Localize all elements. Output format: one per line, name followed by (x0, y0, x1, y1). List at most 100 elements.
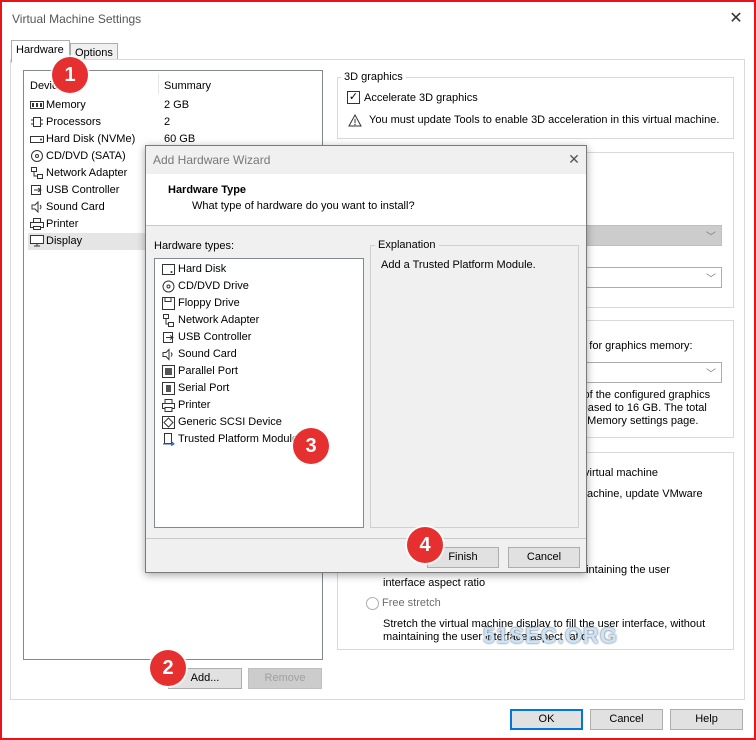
hw-item-label: Trusted Platform Module (178, 433, 299, 445)
device-row-memory[interactable]: Memory 2 GB (28, 97, 322, 114)
device-name: Processors (46, 116, 102, 128)
annotation-badge-3: 3 (293, 428, 329, 464)
cancel-button[interactable]: Cancel (590, 709, 663, 730)
chevron-down-icon: ﹀ (706, 369, 716, 380)
usb-icon (31, 185, 42, 195)
help-button[interactable]: Help (670, 709, 743, 730)
hw-item-label: Serial Port (178, 382, 230, 394)
wizard-title: Add Hardware Wizard (153, 153, 271, 167)
vm-text-1: virtual machine (584, 467, 658, 479)
printer-icon (162, 399, 175, 412)
hw-item-usb-controller[interactable]: USB Controller (160, 329, 360, 346)
device-row-processors[interactable]: Processors 2 (28, 114, 322, 131)
monitor-select[interactable]: ﹀ (586, 267, 722, 288)
stretch-keep-text: interface aspect ratio (383, 577, 486, 589)
sound-card-icon (162, 348, 173, 361)
hw-item-serial-port[interactable]: Serial Port (160, 380, 360, 397)
cd-dvd-icon (162, 280, 175, 293)
hw-item-floppy[interactable]: Floppy Drive (160, 295, 360, 312)
sound-card-icon (31, 201, 42, 213)
wizard-header-subtitle: What type of hardware do you want to ins… (192, 200, 415, 212)
hardware-types-list[interactable]: Hard Disk CD/DVD Drive Floppy Drive Netw… (154, 258, 364, 528)
ok-button[interactable]: OK (510, 709, 583, 730)
hw-item-label: Parallel Port (178, 365, 238, 377)
explanation-text: Add a Trusted Platform Module. (381, 259, 536, 271)
graphics-memory-select[interactable]: ﹀ (574, 362, 722, 383)
hw-item-label: Hard Disk (178, 263, 227, 275)
warning-icon (348, 114, 362, 127)
chevron-down-icon: ﹀ (706, 274, 716, 285)
hw-item-label: Printer (178, 399, 211, 411)
memory-icon (30, 101, 44, 109)
device-name: CD/DVD (SATA) (46, 150, 126, 162)
network-adapter-icon (163, 314, 174, 327)
device-name: USB Controller (46, 184, 120, 196)
hw-item-hard-disk[interactable]: Hard Disk (160, 261, 360, 278)
hw-item-label: Sound Card (178, 348, 237, 360)
free-stretch-radio[interactable] (366, 597, 379, 610)
hw-item-sound-card[interactable]: Sound Card (160, 346, 360, 363)
annotation-badge-4: 4 (407, 527, 443, 563)
graphics-memory-note-2: reased to 16 GB. The total (578, 402, 707, 414)
graphics-memory-note-3: e Memory settings page. (578, 415, 699, 427)
watermark-text: 51SEC.ORG (483, 623, 618, 648)
hard-disk-icon (30, 136, 44, 143)
hw-item-label: Generic SCSI Device (178, 416, 282, 428)
serial-port-icon (162, 382, 175, 395)
hw-item-label: CD/DVD Drive (178, 280, 249, 292)
wizard-header: Hardware Type What type of hardware do y… (146, 174, 586, 226)
hw-item-label: Floppy Drive (178, 297, 240, 309)
cd-dvd-icon (31, 150, 43, 162)
processor-icon (31, 117, 43, 127)
hw-item-generic-scsi[interactable]: Generic SCSI Device (160, 414, 360, 431)
accelerate-3d-label: Accelerate 3D graphics (364, 92, 478, 104)
title-bar: Virtual Machine Settings ✕ (2, 2, 754, 36)
accelerate-3d-checkbox[interactable]: ✓ (347, 91, 360, 104)
device-name: Memory (46, 99, 86, 111)
resolution-select-disabled[interactable]: ﹀ (586, 225, 722, 246)
hw-item-cd-dvd[interactable]: CD/DVD Drive (160, 278, 360, 295)
explanation-group (370, 245, 579, 528)
hard-disk-icon (162, 264, 175, 275)
hw-item-network-adapter[interactable]: Network Adapter (160, 312, 360, 329)
device-name: Printer (46, 218, 79, 230)
usb-icon (163, 332, 174, 343)
wizard-cancel-button[interactable]: Cancel (508, 547, 580, 568)
close-icon[interactable]: ✕ (724, 7, 748, 31)
summary-column-header[interactable]: Summary (164, 80, 211, 92)
explanation-label: Explanation (375, 239, 439, 251)
graphics-memory-text: ed for graphics memory: (574, 340, 693, 352)
annotation-badge-2: 2 (150, 650, 186, 686)
remove-hardware-button[interactable]: Remove (248, 668, 322, 689)
hw-item-printer[interactable]: Printer (160, 397, 360, 414)
hardware-types-label: Hardware types: (154, 240, 235, 252)
device-summary: 2 (164, 116, 171, 128)
device-name: Display (46, 235, 83, 247)
chevron-down-icon: ﹀ (706, 232, 716, 243)
device-summary: 60 GB (164, 133, 196, 145)
tab-options-label: Options (75, 47, 113, 59)
hw-item-parallel-port[interactable]: Parallel Port (160, 363, 360, 380)
parallel-port-icon (162, 365, 175, 378)
device-name: Hard Disk (NVMe) (46, 133, 136, 145)
hw-item-label: Network Adapter (178, 314, 260, 326)
close-icon[interactable]: ✕ (564, 149, 584, 169)
network-adapter-icon (31, 167, 43, 179)
annotation-badge-1: 1 (52, 57, 88, 93)
column-divider (158, 74, 159, 94)
scsi-icon (162, 416, 175, 429)
hw-item-label: USB Controller (178, 331, 252, 343)
3d-graphics-label: 3D graphics (341, 71, 406, 83)
printer-icon (30, 218, 44, 230)
3d-graphics-group (337, 77, 734, 139)
wizard-header-title: Hardware Type (168, 184, 247, 196)
hw-item-trusted-platform-module[interactable]: Trusted Platform Module (160, 431, 360, 448)
free-stretch-label: Free stretch (382, 597, 441, 609)
keep-aspect-text: aintaining the user (580, 564, 670, 576)
add-hardware-wizard: Add Hardware Wizard ✕ Hardware Type What… (145, 145, 587, 573)
graphics-memory-note-1: l of the configured graphics (578, 389, 711, 401)
display-icon (30, 235, 44, 247)
floppy-icon (162, 297, 175, 310)
tab-hardware-label: Hardware (16, 44, 64, 56)
tpm-icon (163, 433, 175, 446)
